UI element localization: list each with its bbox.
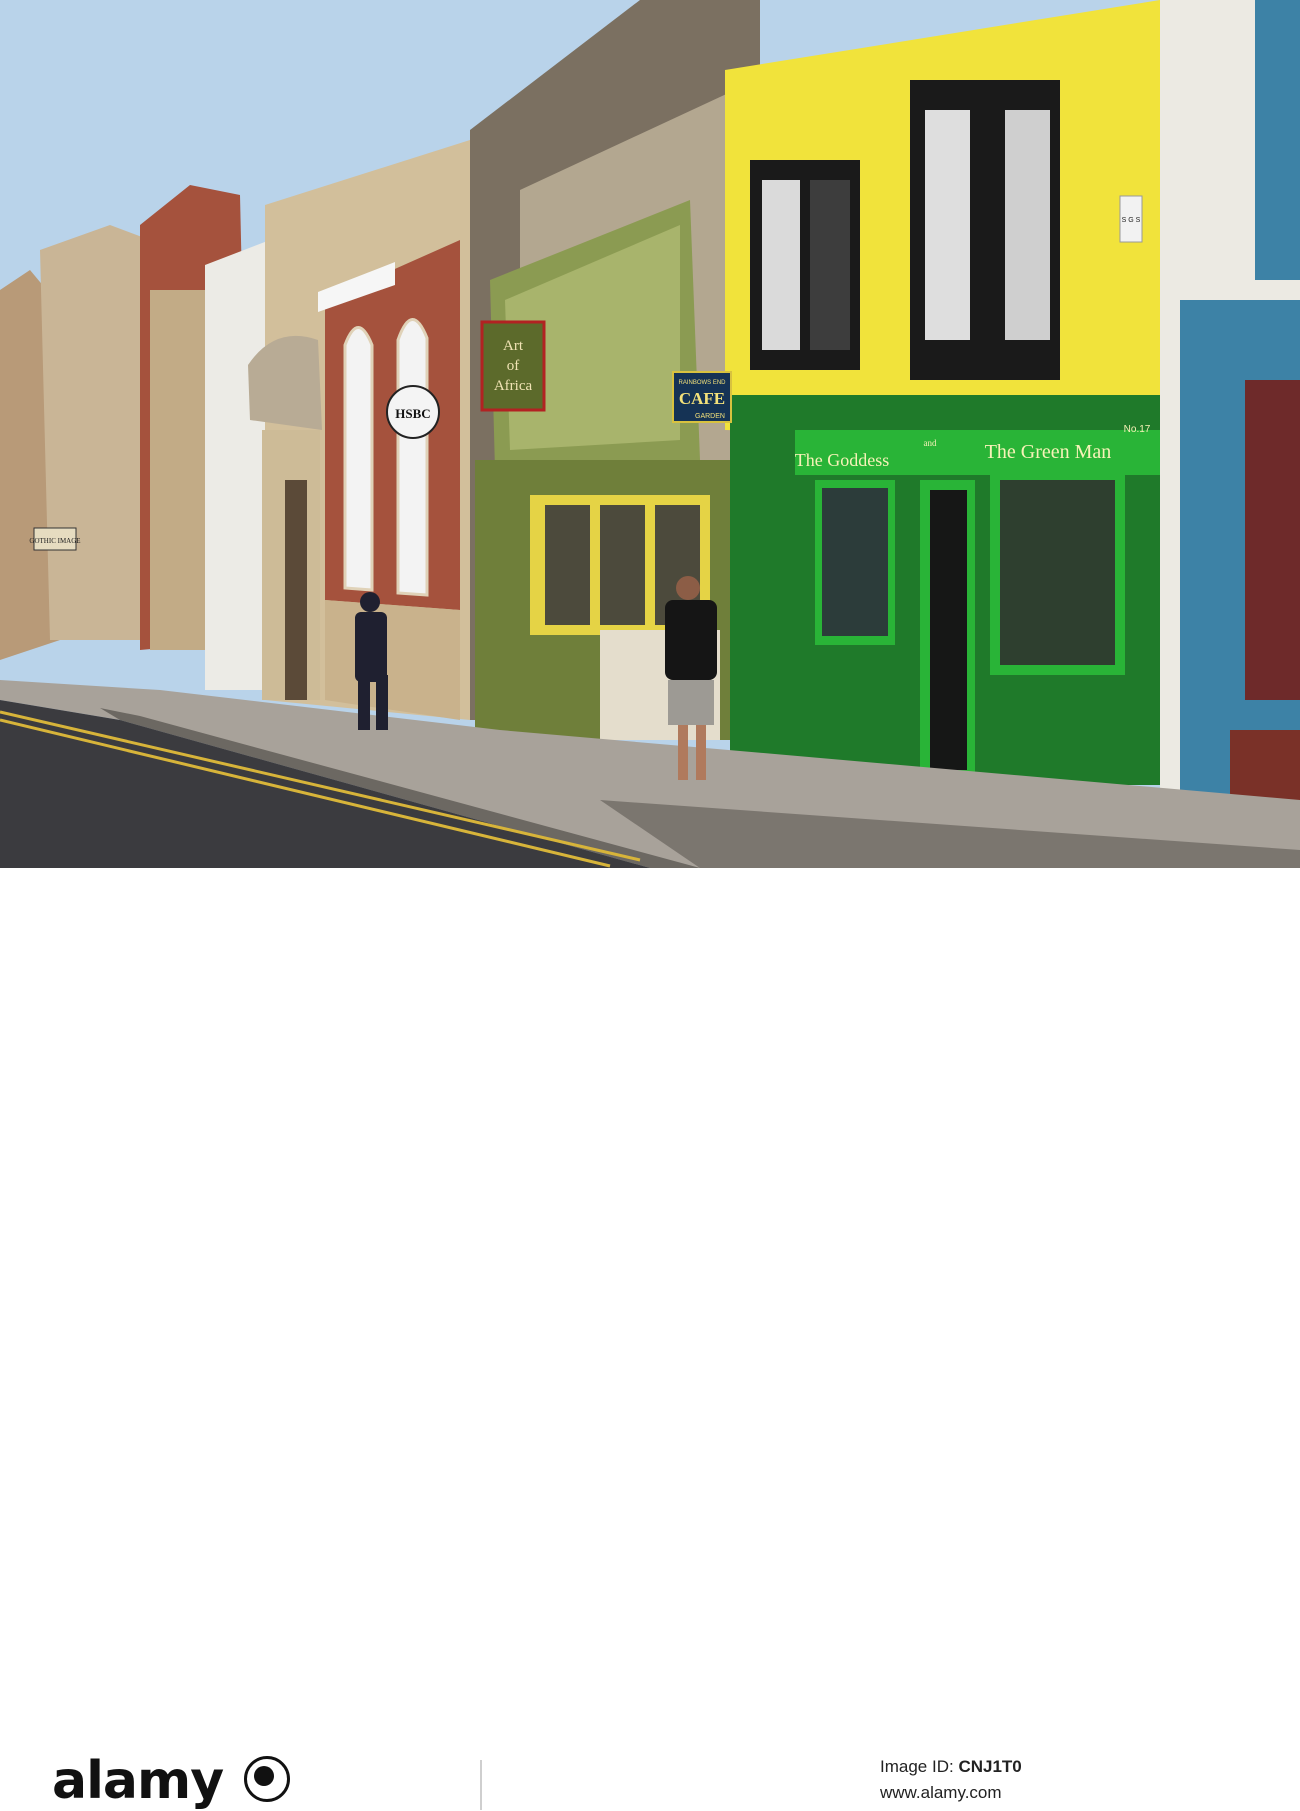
alamy-logo-dot-icon	[254, 1766, 274, 1786]
image-id-value: CNJ1T0	[958, 1757, 1022, 1776]
cafe-sign: RAINBOWS END CAFE GARDEN	[672, 371, 732, 423]
svg-text:The Green Man: The Green Man	[985, 441, 1112, 463]
banner-divider	[480, 1760, 482, 1810]
svg-text:of: of	[507, 358, 520, 374]
hsbc-hanging-sign: HSBC	[386, 385, 440, 439]
alamy-wordmark: alamy	[52, 1751, 224, 1811]
svg-text:HSBC: HSBC	[395, 406, 430, 421]
site-url: www.alamy.com	[880, 1783, 1002, 1802]
alarm-box: S G S	[1119, 195, 1143, 243]
svg-text:The Goddess: The Goddess	[795, 450, 889, 470]
svg-text:Art: Art	[503, 338, 524, 354]
yellow-building	[725, 0, 1160, 440]
svg-text:No.17: No.17	[1124, 424, 1151, 435]
svg-text:CAFE: CAFE	[679, 389, 725, 408]
watermark-banner: alamy Image ID: CNJ1T0 www.alamy.com	[0, 868, 1300, 1811]
svg-text:RAINBOWS END: RAINBOWS END	[678, 380, 726, 386]
art-of-africa-sign: Art of Africa	[480, 320, 546, 412]
street-photo: HSBC Art of Africa RAINBOWS END CAFE GAR…	[0, 0, 1300, 868]
svg-text:GOTHIC IMAGE: GOTHIC IMAGE	[29, 537, 80, 545]
image-id-label: Image ID:	[880, 1757, 954, 1776]
gothic-image-sign: GOTHIC IMAGE	[29, 527, 81, 551]
image-id-line: Image ID: CNJ1T0	[880, 1757, 1260, 1777]
svg-text:GARDEN: GARDEN	[695, 413, 725, 420]
svg-text:Africa: Africa	[494, 378, 533, 394]
svg-text:S G S: S G S	[1122, 217, 1141, 224]
svg-text:and: and	[924, 438, 937, 448]
